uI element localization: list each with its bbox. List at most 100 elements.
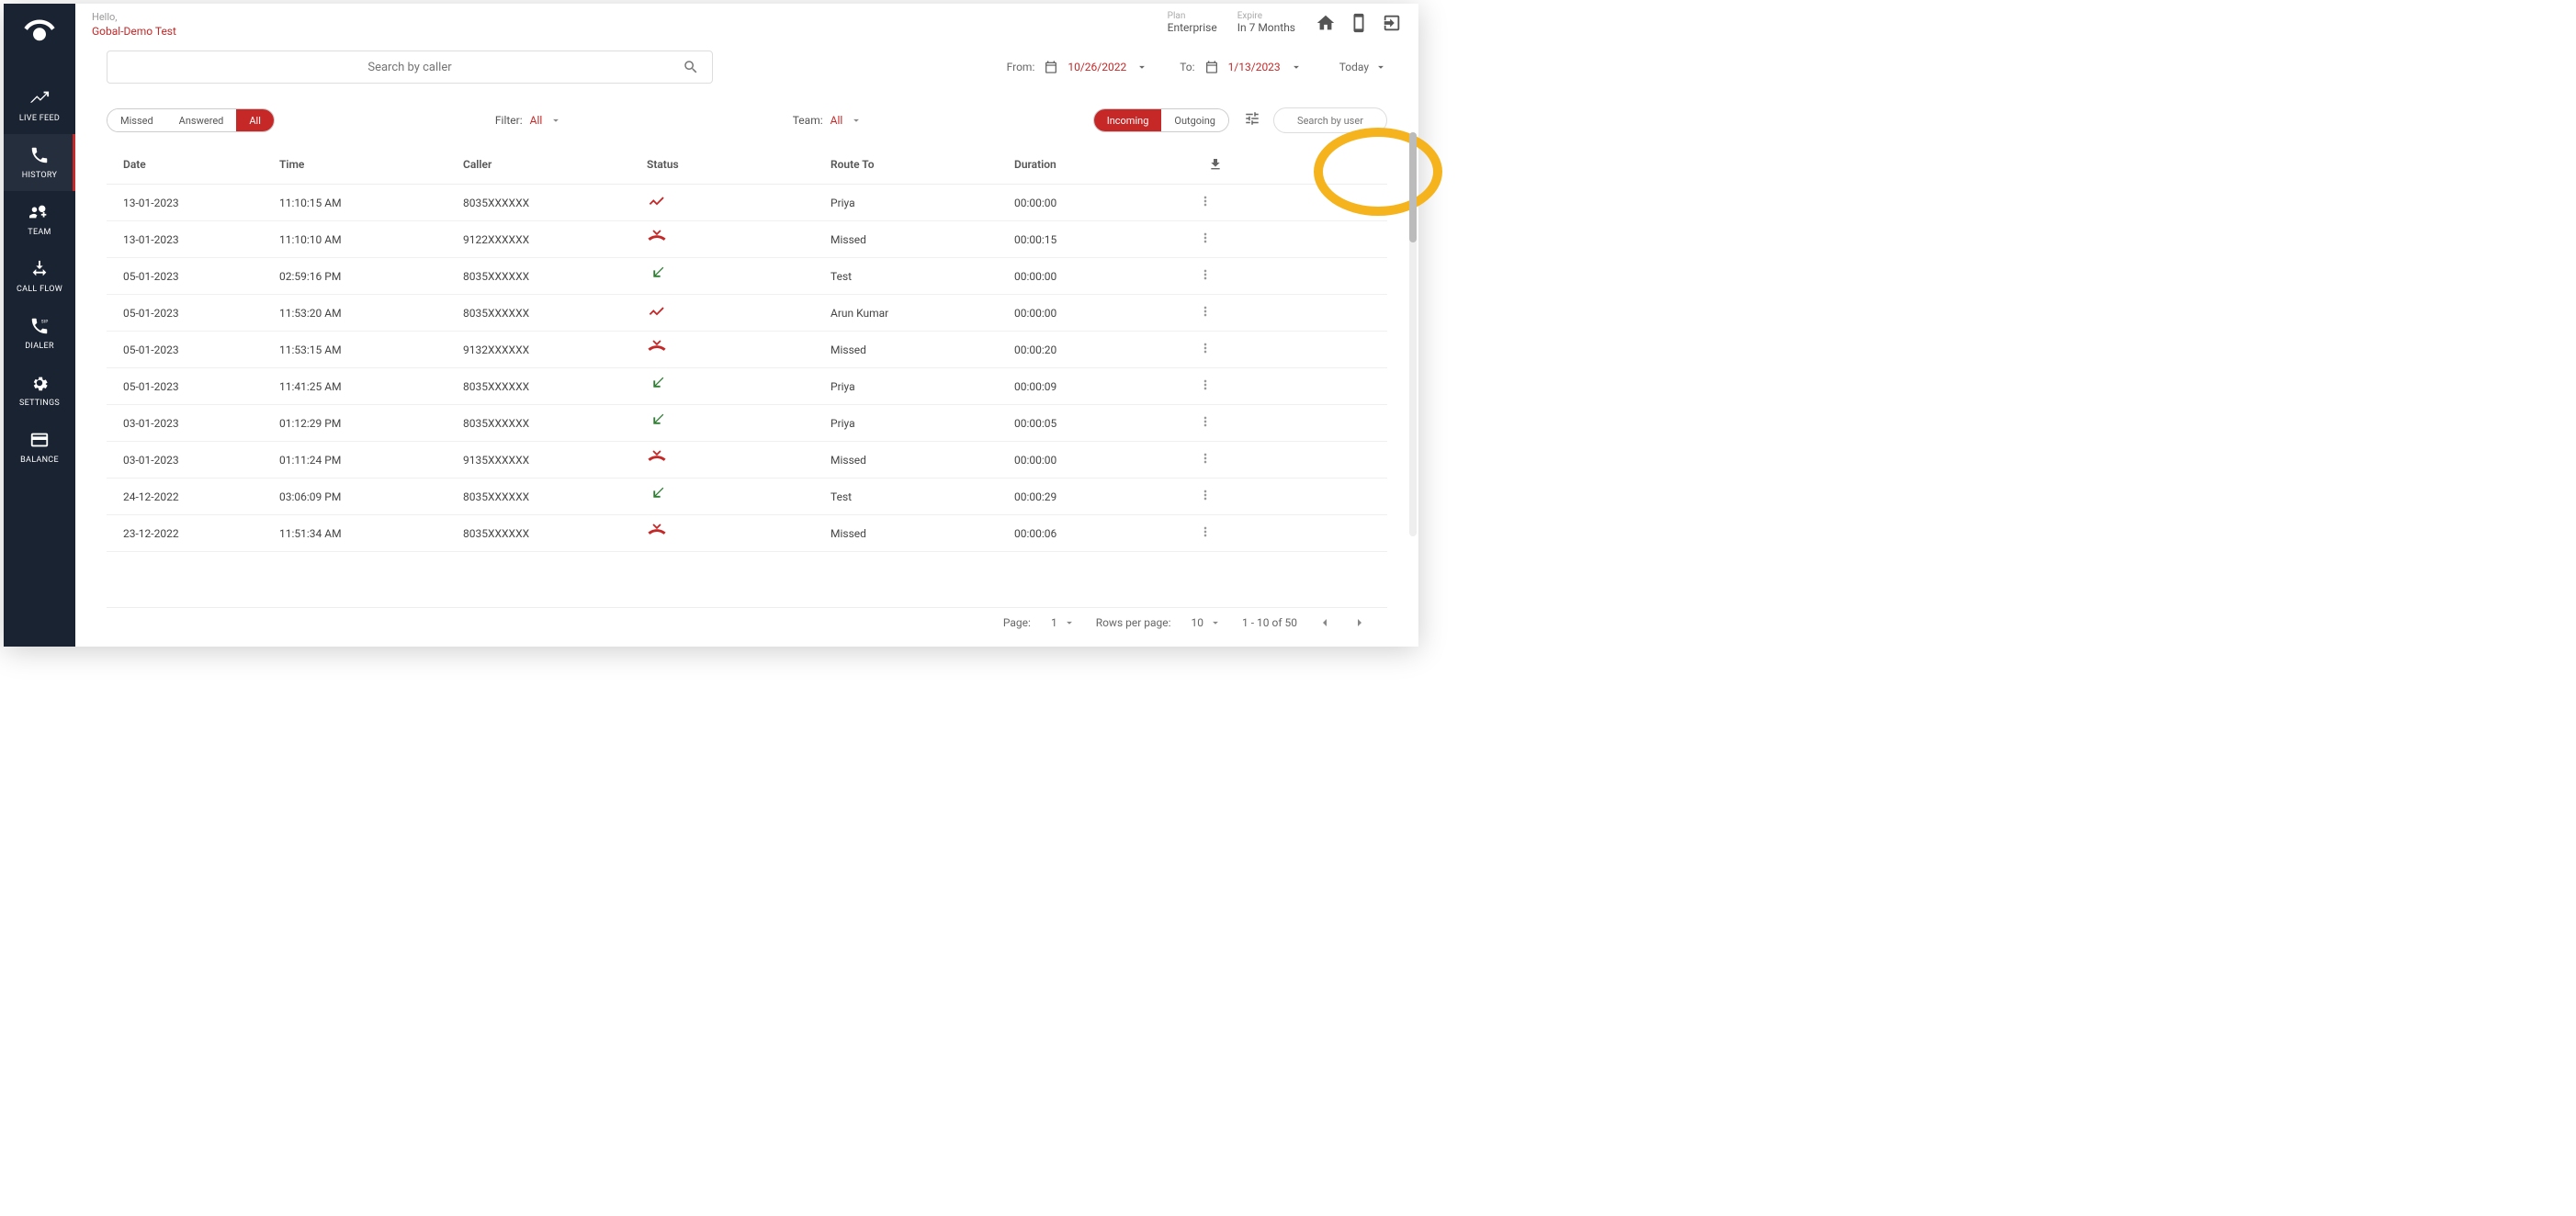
chevron-down-icon — [1063, 616, 1076, 629]
rows-select[interactable]: 10 — [1192, 616, 1223, 629]
row-actions-button[interactable] — [1198, 451, 1233, 468]
seg-missed[interactable]: Missed — [107, 109, 166, 131]
filter-dropdown[interactable]: Filter: All — [495, 114, 562, 127]
nav-dialer[interactable]: SIP DIALER — [4, 305, 75, 362]
nav-history[interactable]: HISTORY — [4, 134, 75, 191]
seg-answered[interactable]: Answered — [166, 109, 237, 131]
to-date[interactable]: 1/13/2023 — [1228, 61, 1281, 73]
table-row: 05-01-202311:53:20 AM8035XXXXXXArun Kuma… — [107, 295, 1387, 332]
scrollbar-thumb[interactable] — [1409, 132, 1417, 242]
download-icon — [1208, 157, 1223, 172]
row-actions-button[interactable] — [1198, 304, 1233, 321]
nav-label: HISTORY — [22, 171, 58, 180]
calendar-icon[interactable] — [1044, 60, 1058, 74]
col-status: Status — [647, 158, 830, 171]
cell-time: 01:12:29 PM — [279, 417, 463, 430]
status-segment: Missed Answered All — [107, 108, 275, 132]
from-label: From: — [1007, 61, 1035, 73]
incoming-answered-icon — [647, 375, 667, 395]
plan-block: Plan Enterprise — [1168, 11, 1217, 34]
topbar-icons — [1316, 13, 1402, 33]
filter-tune-button[interactable] — [1244, 110, 1260, 130]
cell-time: 11:51:34 AM — [279, 527, 463, 540]
row-actions-button[interactable] — [1198, 194, 1233, 211]
cell-status — [647, 448, 830, 471]
prev-page-icon[interactable] — [1317, 615, 1332, 630]
chevron-down-icon[interactable] — [1290, 61, 1303, 73]
nav-settings[interactable]: SETTINGS — [4, 362, 75, 419]
filter-value: All — [530, 114, 543, 127]
kebab-icon — [1198, 304, 1213, 319]
page-select[interactable]: 1 — [1051, 616, 1076, 629]
row-actions-button[interactable] — [1198, 377, 1233, 395]
row-actions-button[interactable] — [1198, 524, 1233, 542]
line-chart-icon — [29, 88, 50, 108]
chevron-down-icon — [1209, 616, 1222, 629]
missed-arrow-icon — [647, 191, 667, 211]
nav-label: LIVE FEED — [19, 114, 60, 123]
chevron-down-icon[interactable] — [1135, 61, 1148, 73]
row-actions-button[interactable] — [1198, 267, 1233, 285]
missed-arrow-icon — [647, 301, 667, 321]
nav-team[interactable]: TEAM — [4, 191, 75, 248]
calendar-icon[interactable] — [1204, 60, 1219, 74]
today-dropdown[interactable]: Today — [1339, 61, 1387, 73]
scrollbar[interactable] — [1409, 132, 1417, 536]
col-date: Date — [123, 158, 279, 171]
cell-duration: 00:00:09 — [1014, 380, 1198, 393]
rows-label: Rows per page: — [1096, 616, 1171, 629]
kebab-icon — [1198, 451, 1213, 466]
row-actions-button[interactable] — [1198, 231, 1233, 248]
missed-hangup-icon — [647, 448, 667, 468]
table-header: Date Time Caller Status Route To Duratio… — [107, 144, 1387, 185]
nav-call-flow[interactable]: CALL FLOW — [4, 248, 75, 305]
row-actions-button[interactable] — [1198, 414, 1233, 432]
row-actions-button[interactable] — [1198, 341, 1233, 358]
seg-all[interactable]: All — [236, 109, 274, 131]
cell-duration: 00:00:20 — [1014, 343, 1198, 356]
cell-date: 13-01-2023 — [123, 197, 279, 209]
download-button[interactable] — [1198, 157, 1233, 172]
cell-time: 11:53:15 AM — [279, 343, 463, 356]
cell-route: Missed — [830, 527, 1014, 540]
mobile-icon[interactable] — [1349, 13, 1369, 33]
home-icon[interactable] — [1316, 13, 1336, 33]
app-root: LIVE FEED HISTORY TEAM CALL FLOW SIP DIA… — [4, 4, 1418, 647]
cell-caller: 8035XXXXXX — [463, 270, 647, 283]
from-date[interactable]: 10/26/2022 — [1068, 61, 1126, 73]
row-actions-button[interactable] — [1198, 488, 1233, 505]
nav-label: BALANCE — [20, 456, 59, 465]
cell-route: Priya — [830, 417, 1014, 430]
direction-segment: Incoming Outgoing — [1093, 108, 1229, 132]
search-user-input[interactable] — [1274, 115, 1386, 127]
logout-icon[interactable] — [1382, 13, 1402, 33]
cell-caller: 9122XXXXXX — [463, 233, 647, 246]
seg-outgoing[interactable]: Outgoing — [1161, 109, 1228, 131]
team-icon — [29, 202, 50, 222]
expire-label: Expire — [1237, 11, 1295, 21]
team-dropdown[interactable]: Team: All — [793, 114, 864, 127]
nav-live-feed[interactable]: LIVE FEED — [4, 77, 75, 134]
cell-duration: 00:00:00 — [1014, 197, 1198, 209]
flow-icon — [29, 259, 50, 279]
cell-date: 03-01-2023 — [123, 417, 279, 430]
seg-incoming[interactable]: Incoming — [1094, 109, 1162, 131]
nav-balance[interactable]: BALANCE — [4, 419, 75, 476]
incoming-answered-icon — [647, 485, 667, 505]
dialer-icon: SIP — [29, 316, 50, 336]
cell-time: 01:11:24 PM — [279, 454, 463, 467]
cell-time: 03:06:09 PM — [279, 490, 463, 503]
missed-hangup-icon — [647, 338, 667, 358]
range-label: 1 - 10 of 50 — [1242, 616, 1297, 629]
page-value: 1 — [1051, 616, 1057, 629]
col-route: Route To — [830, 158, 1014, 171]
search-caller-input[interactable] — [107, 61, 712, 74]
search-caller[interactable] — [107, 51, 713, 84]
gear-icon — [29, 373, 50, 393]
search-user[interactable] — [1273, 107, 1387, 133]
cell-time: 11:53:20 AM — [279, 307, 463, 320]
greeting-name: Gobal-Demo Test — [92, 25, 176, 38]
kebab-icon — [1198, 524, 1213, 539]
cell-caller: 8035XXXXXX — [463, 307, 647, 320]
next-page-icon[interactable] — [1352, 615, 1367, 630]
